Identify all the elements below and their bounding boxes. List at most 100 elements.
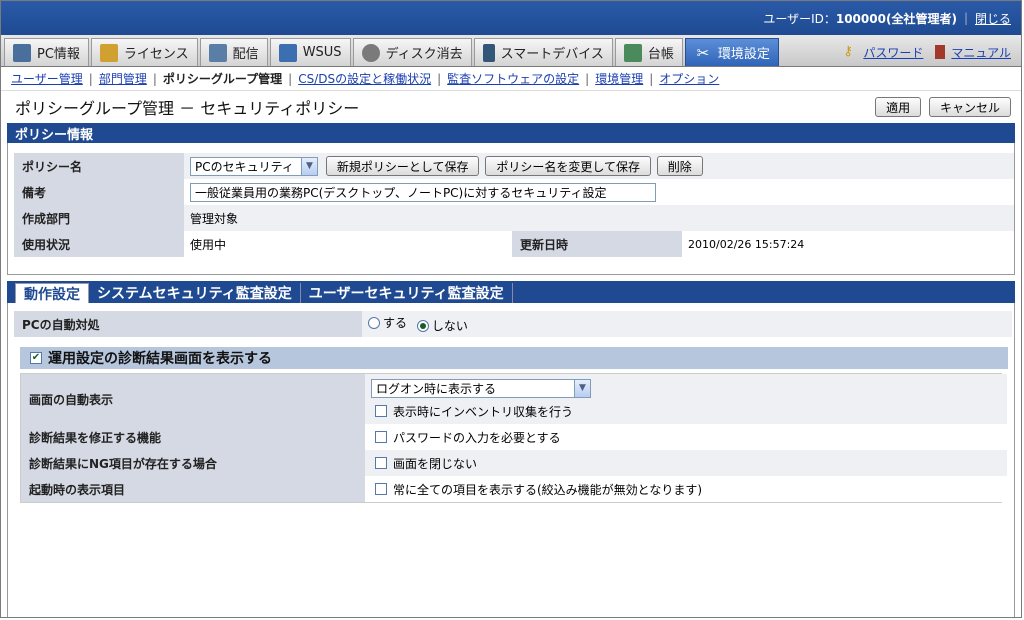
tab-license[interactable]: ライセンス [90,38,198,66]
diagnosis-table: 画面の自動表示 ログオン時に表示する ▼ 表示時にインベントリ収集を行う 診断結果… [21,374,1007,502]
auto-display-value: ログオン時に表示する [376,381,497,396]
tab-system-security-audit[interactable]: システムセキュリティ監査設定 [89,283,301,303]
subnav-cs-ds-settings[interactable]: CS/DSの設定と稼働状況 [298,70,431,87]
policy-name-cell: PCのセキュリティ ▼ 新規ポリシーとして保存 ポリシー名を変更して保存 削除 [184,153,1014,179]
settings-tab-bar: 動作設定 システムセキュリティ監査設定 ユーザーセキュリティ監査設定 [7,281,1015,303]
page-title: ポリシーグループ管理 － セキュリティポリシー [15,99,360,118]
subnav-audit-software[interactable]: 監査ソフトウェアの設定 [447,70,579,87]
tab-smart-device[interactable]: スマートデバイス [473,38,613,66]
tab-label: PC情報 [37,47,80,62]
subnav-department-management[interactable]: 部門管理 [99,70,147,87]
application-window: ユーザーID： 100000(全社管理者) | 閉じる PC情報 ライセンス 配… [0,0,1022,618]
utility-links: ⚷ パスワード マニュアル [843,38,1021,66]
no-close-checkbox[interactable] [375,457,387,469]
tab-label: WSUS [302,45,342,60]
tab-delivery[interactable]: 配信 [199,38,268,66]
policy-name-label: ポリシー名 [14,153,184,179]
separator: | [152,71,157,86]
tab-wsus[interactable]: WSUS [269,38,351,66]
note-cell: 一般従業員用の業務PC(デスクトップ、ノートPC)に対するセキュリティ設定 [184,179,1014,205]
auto-action-table: PCの自動対処 する しない [14,311,1012,337]
tab-label: スマートデバイス [500,47,604,62]
show-all-items-checkbox[interactable] [375,483,387,495]
require-password-checkbox[interactable] [375,431,387,443]
tab-label: 配信 [232,47,259,62]
require-password-label: パスワードの入力を必要とする [393,430,561,445]
subnav-user-management[interactable]: ユーザー管理 [11,70,83,87]
policy-info-header: ポリシー情報 [7,123,1015,143]
policy-name-row: ポリシー名 PCのセキュリティ ▼ 新規ポリシーとして保存 ポリシー名を変更して保… [14,153,1014,179]
save-as-new-button[interactable]: 新規ポリシーとして保存 [325,156,480,176]
manual-link[interactable]: マニュアル [951,44,1011,61]
sub-navigation: ユーザー管理 | 部門管理 | ポリシーグループ管理 | CS/DSの設定と稼働… [1,67,1021,91]
tab-label: 台帳 [647,47,674,62]
radio-no-button[interactable] [416,319,429,332]
tab-label: ディスク消去 [385,47,463,62]
tab-settings[interactable]: ✂ 環境設定 [684,38,779,66]
radio-yes-label: する [383,316,408,330]
note-input[interactable]: 一般従業員用の業務PC(デスクトップ、ノートPC)に対するセキュリティ設定 [190,182,656,202]
radio-no[interactable]: しない [416,317,468,334]
inventory-label: 表示時にインベントリ収集を行う [393,404,574,419]
title-actions: 適用 キャンセル [875,97,1011,117]
password-link[interactable]: パスワード [863,44,923,61]
auto-action-row: PCの自動対処 する しない [14,311,1012,337]
delivery-icon [208,43,227,62]
fix-function-label: 診断結果を修正する機能 [21,424,365,450]
tab-pc-info[interactable]: PC情報 [4,38,89,66]
separator: | [437,71,442,86]
department-row: 作成部門 管理対象 [14,205,1014,231]
auto-display-select[interactable]: ログオン時に表示する ▼ [371,378,591,398]
inventory-checkbox[interactable] [375,405,387,417]
subnav-policy-group-management: ポリシーグループ管理 [162,72,283,86]
chevron-down-icon: ▼ [301,157,317,175]
tab-user-security-audit[interactable]: ユーザーセキュリティ監査設定 [301,283,513,303]
apply-button[interactable]: 適用 [875,97,922,117]
tab-operation-settings[interactable]: 動作設定 [15,283,89,303]
cancel-button[interactable]: キャンセル [928,97,1011,117]
tab-label: ライセンス [123,47,189,62]
startup-items-row: 起動時の表示項目 常に全ての項目を表示する(絞込み機能が無効となります) [21,476,1007,502]
tab-disk-erase[interactable]: ディスク消去 [352,38,472,66]
delete-button[interactable]: 削除 [656,156,703,176]
usage-row: 使用状況 使用中 更新日時 2010/02/26 15:57:24 [14,231,1014,257]
auto-action-options: する しない [362,311,1012,337]
subnav-options[interactable]: オプション [659,70,719,87]
title-row: ポリシーグループ管理 － セキュリティポリシー 適用 キャンセル [1,91,1021,123]
separator: | [585,71,590,86]
auto-display-label: 画面の自動表示 [21,374,365,424]
show-diagnosis-label: 運用設定の診断結果画面を表示する [48,351,272,367]
tab-label: 環境設定 [717,47,770,62]
wsus-icon [278,43,297,62]
show-diagnosis-checkbox[interactable]: ✔ [30,352,42,364]
radio-yes-button[interactable] [368,316,380,329]
radio-yes[interactable]: する [368,314,407,331]
auto-display-row: 画面の自動表示 ログオン時に表示する ▼ 表示時にインベントリ収集を行う [21,374,1007,424]
ng-items-label: 診断結果にNG項目が存在する場合 [21,450,365,476]
policy-name-select[interactable]: PCのセキュリティ ▼ [190,156,318,176]
user-id-label: ユーザーID： [763,11,836,26]
settings-tools-icon: ✂ [696,43,710,62]
rename-save-button[interactable]: ポリシー名を変更して保存 [485,156,651,176]
radio-no-label: しない [431,319,468,333]
close-link[interactable]: 閉じる [975,10,1011,27]
startup-items-label: 起動時の表示項目 [21,476,365,502]
tab-ledger[interactable]: 台帳 [614,38,683,66]
disk-erase-icon [361,43,380,62]
diagnosis-section-header: ✔ 運用設定の診断結果画面を表示する [20,347,1008,369]
license-icon [99,43,118,62]
separator: | [963,11,968,25]
main-tab-bar: PC情報 ライセンス 配信 WSUS ディスク消去 スマートデバイス 台帳 ✂ 環… [1,35,1021,67]
separator: | [649,71,654,86]
top-header-bar: ユーザーID： 100000(全社管理者) | 閉じる [1,1,1021,35]
subnav-environment[interactable]: 環境管理 [595,70,643,87]
operation-settings-panel: PCの自動対処 する しない ✔ 運用設定の診断結果画面を表示する 画面の自動表… [7,303,1015,617]
smart-device-icon [482,43,495,62]
auto-action-label: PCの自動対処 [14,311,362,337]
startup-items-cell: 常に全ての項目を表示する(絞込み機能が無効となります) [365,476,1007,502]
fix-function-row: 診断結果を修正する機能 パスワードの入力を必要とする [21,424,1007,450]
diagnosis-settings: 画面の自動表示 ログオン時に表示する ▼ 表示時にインベントリ収集を行う 診断結果… [20,373,1007,503]
department-label: 作成部門 [14,205,184,231]
ng-items-row: 診断結果にNG項目が存在する場合 画面を閉じない [21,450,1007,476]
fix-function-cell: パスワードの入力を必要とする [365,424,1007,450]
